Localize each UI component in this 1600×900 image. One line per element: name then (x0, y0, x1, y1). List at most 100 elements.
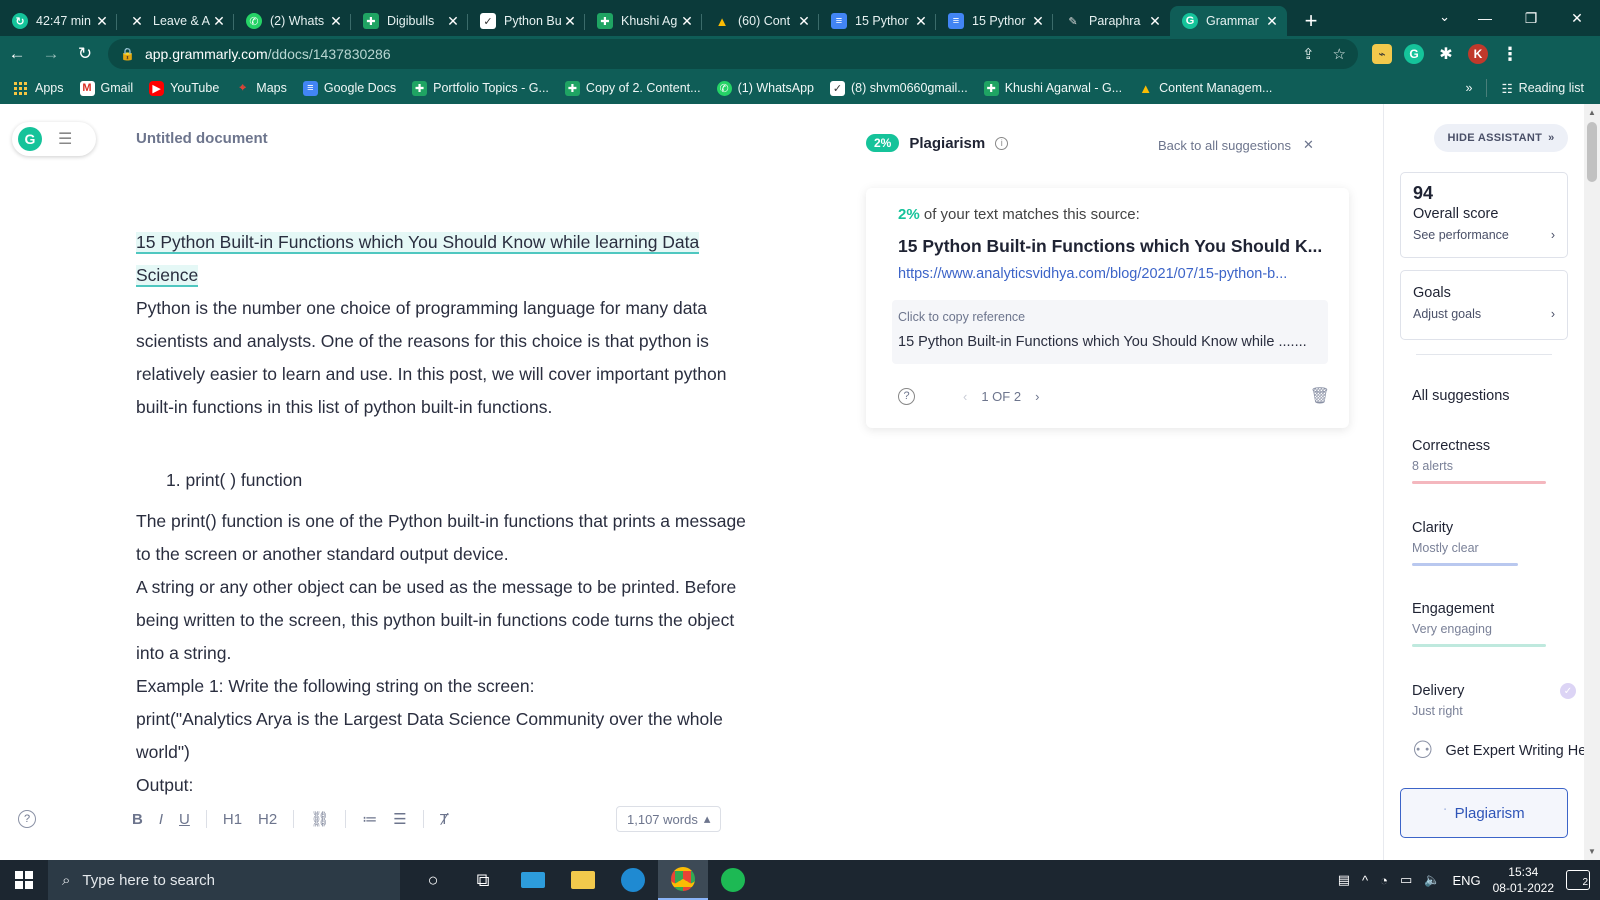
bookmark-content-management[interactable]: ▲ Content Managem... (1138, 81, 1272, 96)
overall-score-card[interactable]: 94 Overall score See performance › (1400, 172, 1568, 258)
address-bar[interactable]: 🔒 app.grammarly.com/ddocs/1437830286 ⇪ ☆ (108, 39, 1358, 69)
minimize-button[interactable]: — (1462, 10, 1508, 26)
question-icon[interactable]: ? (898, 387, 915, 405)
copy-reference-box[interactable]: Click to copy reference 15 Python Built-… (892, 300, 1328, 364)
category-engagement[interactable]: Engagement Very engaging (1412, 601, 1552, 647)
document-title[interactable]: Untitled document (136, 130, 268, 147)
spotify-icon[interactable] (708, 860, 758, 900)
mail-app-icon[interactable] (508, 860, 558, 900)
bookmark-maps[interactable]: ⌖ Maps (235, 81, 287, 96)
close-icon[interactable]: ✕ (797, 13, 811, 30)
edge-icon[interactable] (608, 860, 658, 900)
volume-icon[interactable]: 🔈 (1424, 872, 1440, 888)
list-item[interactable]: 1. print( ) function (136, 464, 756, 497)
taskbar-search[interactable]: ⌕ Type here to search (48, 860, 400, 900)
document-body[interactable]: 15 Python Built-in Functions which You S… (136, 226, 756, 802)
close-icon[interactable]: ✕ (1303, 137, 1314, 153)
trash-icon[interactable]: 🗑 (1310, 386, 1330, 406)
close-icon[interactable]: ✕ (563, 13, 577, 30)
close-icon[interactable]: ✕ (212, 13, 226, 30)
reload-icon[interactable]: ↻ (68, 44, 102, 64)
paragraph[interactable]: The print() function is one of the Pytho… (136, 505, 756, 571)
tab-leave[interactable]: ✕ Leave & A ✕ (117, 6, 234, 36)
forward-arrow-icon[interactable]: → (34, 44, 68, 64)
page-scrollbar[interactable]: ▲ ▼ (1584, 104, 1600, 860)
extension-icon[interactable]: ⌁ (1372, 44, 1392, 64)
grammarly-extension-icon[interactable]: G (1404, 44, 1424, 64)
tab-python[interactable]: ✓ Python Bu ✕ (468, 6, 585, 36)
tab-whatsapp[interactable]: ✆ (2) Whats ✕ (234, 6, 351, 36)
chevron-up-icon[interactable]: ^ (1362, 873, 1368, 888)
tab-timer[interactable]: ↻ 42:47 min ✕ (0, 6, 117, 36)
profile-avatar[interactable]: K (1468, 44, 1488, 64)
hamburger-menu-icon[interactable]: ☰ (58, 129, 72, 149)
source-url-link[interactable]: https://www.analyticsvidhya.com/blog/202… (898, 266, 1330, 282)
close-icon[interactable]: ✕ (914, 13, 928, 30)
task-view-icon[interactable]: ⧉ (458, 860, 508, 900)
close-icon[interactable]: ✕ (1148, 13, 1162, 30)
file-explorer-icon[interactable] (558, 860, 608, 900)
close-icon[interactable]: ✕ (95, 13, 109, 30)
next-chevron-icon[interactable]: › (1035, 389, 1039, 404)
share-icon[interactable]: ⇪ (1302, 45, 1315, 63)
see-performance-link[interactable]: See performance (1413, 228, 1509, 242)
underline-button[interactable]: U (179, 811, 190, 828)
close-icon[interactable]: ✕ (1265, 13, 1279, 30)
start-button[interactable] (0, 860, 48, 900)
bookmark-youtube[interactable]: ▶ YouTube (149, 80, 219, 96)
tab-khushi[interactable]: ✚ Khushi Ag ✕ (585, 6, 702, 36)
clear-formatting-icon[interactable]: Ⱦ (440, 811, 449, 828)
close-icon[interactable]: ✕ (680, 13, 694, 30)
back-to-suggestions-link[interactable]: Back to all suggestions ✕ (1158, 137, 1314, 153)
category-delivery[interactable]: Delivery Just right ✓ (1412, 683, 1576, 718)
scrollbar-thumb[interactable] (1587, 122, 1597, 182)
chrome-icon[interactable] (658, 860, 708, 900)
tab-search-chevron-icon[interactable]: ⌄ (1439, 0, 1450, 36)
prev-chevron-icon[interactable]: ‹ (963, 389, 967, 404)
paragraph[interactable]: Example 1: Write the following string on… (136, 670, 756, 703)
bookmark-google-docs[interactable]: ≡ Google Docs (302, 80, 396, 96)
category-clarity[interactable]: Clarity Mostly clear (1412, 520, 1552, 566)
puzzle-icon[interactable]: ✱ (1436, 44, 1456, 64)
kebab-menu-icon[interactable]: ⋮ (1500, 44, 1520, 64)
link-icon[interactable]: ⛓ (310, 810, 329, 828)
reading-list-button[interactable]: ☷ Reading list (1501, 81, 1584, 96)
back-arrow-icon[interactable]: ← (0, 44, 34, 64)
scroll-up-icon[interactable]: ▲ (1588, 108, 1596, 117)
info-icon[interactable]: i (995, 136, 1009, 150)
clock[interactable]: 15:34 08-01-2022 (1493, 864, 1554, 896)
battery-icon[interactable]: ▭ (1400, 872, 1412, 888)
new-tab-button[interactable]: + (1293, 6, 1329, 36)
tab-grammarly[interactable]: G Grammar ✕ (1170, 6, 1287, 36)
document-heading[interactable]: 15 Python Built-in Functions which You S… (136, 232, 700, 287)
bookmark-gmail-account[interactable]: ✓ (8) shvm0660gmail... (830, 80, 968, 96)
paragraph[interactable]: Output: (136, 769, 756, 802)
scroll-down-icon[interactable]: ▼ (1588, 847, 1596, 856)
plagiarism-button[interactable]: ˈ Plagiarism (1400, 788, 1568, 838)
tab-content[interactable]: ▲ (60) Cont ✕ (702, 6, 819, 36)
paragraph[interactable]: print("Analytics Arya is the Largest Dat… (136, 703, 756, 769)
expert-writing-help-link[interactable]: ⚇ Get Expert Writing Help (1412, 736, 1598, 765)
cortana-icon[interactable]: ○ (408, 860, 458, 900)
bulleted-list-icon[interactable]: ☰ (393, 810, 406, 828)
heading1-button[interactable]: H1 (223, 811, 242, 828)
adjust-goals-link[interactable]: Adjust goals (1413, 307, 1481, 321)
all-suggestions-link[interactable]: All suggestions (1412, 388, 1510, 404)
category-correctness[interactable]: Correctness 8 alerts (1412, 438, 1552, 484)
word-count-button[interactable]: 1,107 words ▴ (616, 806, 722, 832)
bookmark-star-icon[interactable]: ☆ (1333, 45, 1346, 63)
close-window-button[interactable]: ✕ (1554, 10, 1600, 27)
bookmark-gmail[interactable]: M Gmail (79, 80, 133, 96)
bookmark-portfolio[interactable]: ✚ Portfolio Topics - G... (412, 80, 549, 96)
help-icon[interactable]: ? (18, 810, 36, 828)
tab-digibulls[interactable]: ✚ Digibulls ✕ (351, 6, 468, 36)
heading2-button[interactable]: H2 (258, 811, 277, 828)
paragraph[interactable]: A string or any other object can be used… (136, 571, 756, 670)
language-indicator[interactable]: ENG (1452, 873, 1480, 888)
bookmark-khushi[interactable]: ✚ Khushi Agarwal - G... (983, 80, 1122, 96)
tab-paraphrase[interactable]: ✎ Paraphra ✕ (1053, 6, 1170, 36)
bookmark-whatsapp[interactable]: ✆ (1) WhatsApp (716, 80, 814, 96)
network-icon[interactable]: ◔ (1380, 873, 1388, 888)
intro-paragraph[interactable]: Python is the number one choice of progr… (136, 292, 756, 424)
close-icon[interactable]: ✕ (446, 13, 460, 30)
